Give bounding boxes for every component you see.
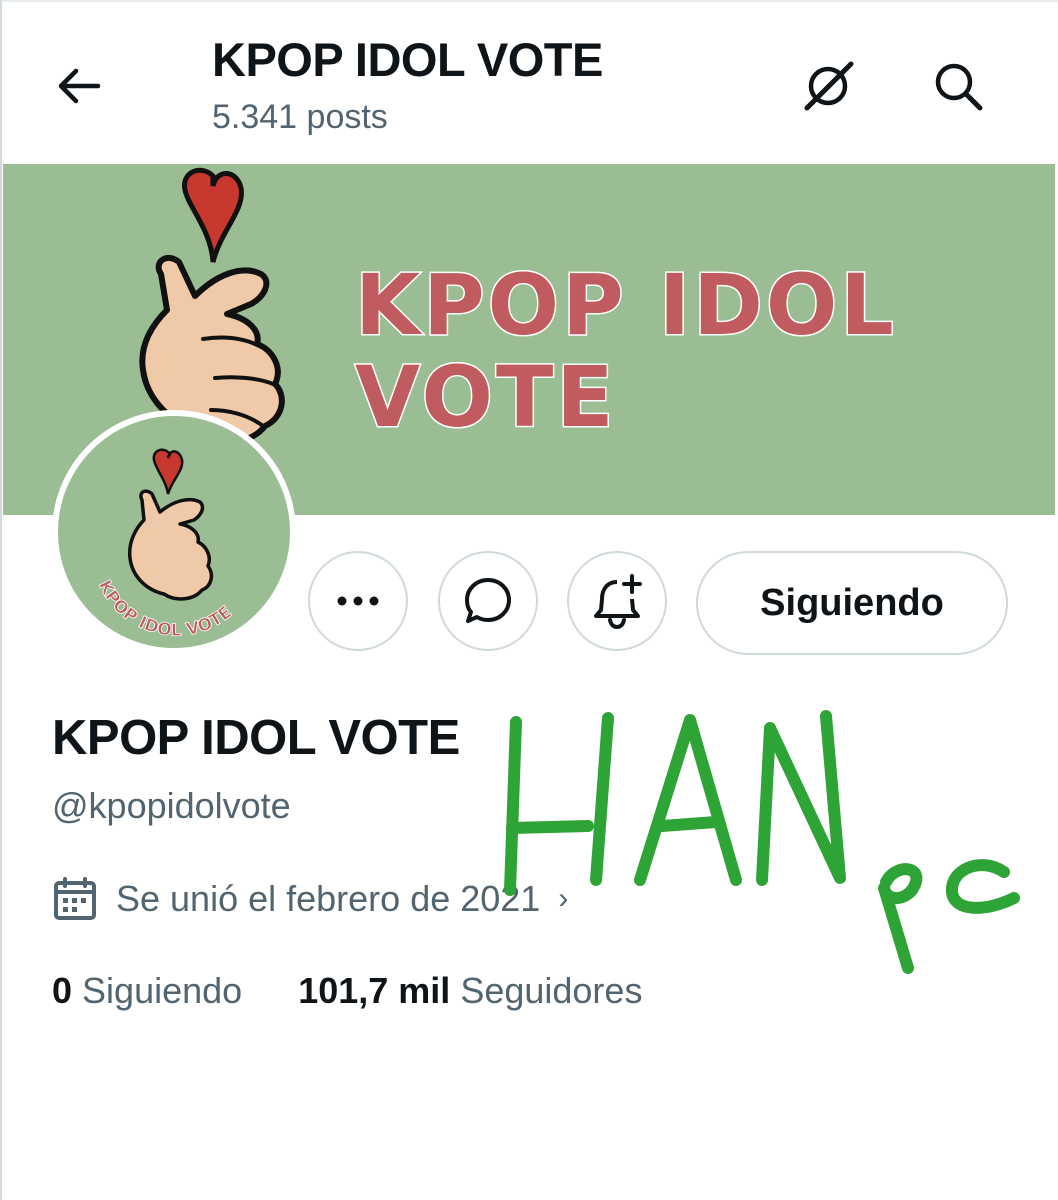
banner-line-1: KPOP IDOL <box>354 256 897 354</box>
chevron-right-icon: › <box>558 882 569 915</box>
back-button[interactable] <box>48 56 108 116</box>
calendar-icon <box>54 877 96 920</box>
profile-name: KPOP IDOL VOTE <box>52 711 460 765</box>
join-date: Se unió el febrero de 2021 › <box>52 876 568 922</box>
following-count: 0 <box>52 970 73 1011</box>
following-button[interactable]: Siguiendo <box>696 551 1008 655</box>
following-stat[interactable]: 0 Siguiendo <box>52 970 242 1011</box>
banner-line-2: VOTE <box>354 348 617 446</box>
header-title: KPOP IDOL VOTE <box>212 33 603 86</box>
followers-label: Seguidores <box>460 970 643 1011</box>
join-date-text: Se unió el febrero de 2021 <box>116 878 541 919</box>
notification-add-icon <box>594 574 642 630</box>
profile-handle: @kpopidolvote <box>52 785 291 826</box>
followers-count: 101,7 mil <box>298 970 451 1011</box>
following-label: Siguiendo <box>82 970 243 1011</box>
banner-text: KPOP IDOL VOTE <box>354 256 897 446</box>
search-icon <box>935 63 983 111</box>
profile-avatar[interactable]: KPOP IDOL VOTE <box>52 410 296 654</box>
search-button[interactable] <box>928 56 988 116</box>
notification-button[interactable] <box>567 551 667 651</box>
top-header: KPOP IDOL VOTE 5.341 posts <box>0 0 1058 160</box>
post-count: 5.341 posts <box>212 98 388 136</box>
grok-icon <box>804 61 854 111</box>
followers-stat[interactable]: 101,7 mil Seguidores <box>298 970 642 1011</box>
message-icon <box>465 578 511 623</box>
message-button[interactable] <box>438 551 538 651</box>
more-icon <box>337 596 379 606</box>
back-arrow-icon <box>58 68 101 104</box>
grok-button[interactable] <box>798 56 858 116</box>
header-title-block: KPOP IDOL VOTE 5.341 posts <box>212 32 603 137</box>
avatar-logo-icon: KPOP IDOL VOTE <box>94 448 236 641</box>
follow-stats: 0 Siguiendo 101,7 mil Seguidores <box>52 970 642 1012</box>
more-button[interactable] <box>308 551 408 651</box>
